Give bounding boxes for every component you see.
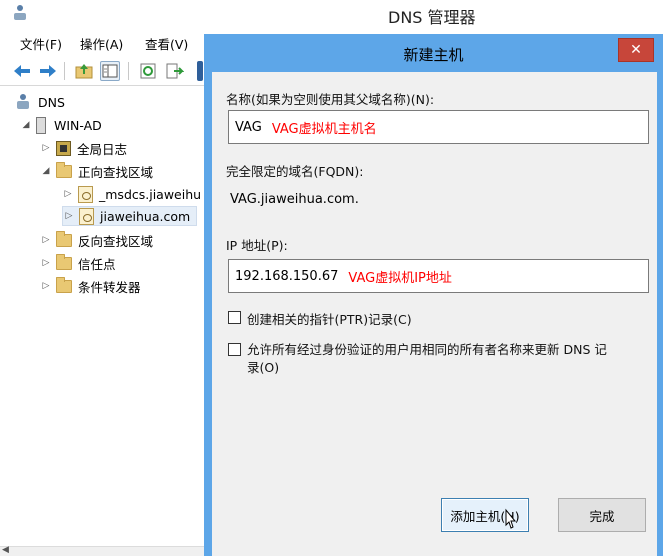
ptr-checkbox[interactable]: [228, 311, 241, 324]
allow-update-checkbox-row[interactable]: 允许所有经过身份验证的用户用相同的所有者名称来更新 DNS 记 录(O): [228, 341, 653, 377]
collapse-arrow-icon[interactable]: ◢: [40, 166, 52, 176]
name-input-value: VAG: [235, 119, 262, 135]
show-hide-tree-icon[interactable]: [100, 61, 120, 81]
tree-item-conditional-forwarders[interactable]: ▷ 条件转发器: [40, 276, 141, 296]
expand-arrow-icon[interactable]: ▷: [40, 143, 52, 153]
tree-item-forward-lookup-zones[interactable]: ◢ 正向查找区域: [40, 161, 153, 181]
ip-label: IP 地址(P):: [226, 238, 288, 253]
dialog-title-bar: 新建主机 ✕: [204, 34, 663, 72]
close-button[interactable]: ✕: [618, 38, 654, 62]
dialog-body: 名称(如果为空则使用其父域名称)(N): VAG VAG虚拟机主机名 完全限定的…: [212, 72, 657, 556]
expand-arrow-icon[interactable]: ▷: [62, 189, 74, 199]
tree-item-msdcs-zone[interactable]: ▷ _msdcs.jiaweihu: [62, 184, 201, 204]
toolbar-separator: [64, 62, 65, 80]
tree-item-label: 条件转发器: [78, 279, 141, 295]
folder-icon: [56, 230, 72, 247]
ptr-checkbox-row[interactable]: 创建相关的指针(PTR)记录(C): [228, 309, 412, 328]
allow-update-label-line2: 录(O): [247, 360, 280, 375]
zone-icon: [78, 185, 93, 203]
ip-address-input[interactable]: 192.168.150.67 VAG虚拟机IP地址: [228, 259, 649, 293]
tree-item-label: _msdcs.jiaweihu: [99, 186, 202, 202]
tree-item-label: 反向查找区域: [78, 233, 154, 249]
toolbar-separator: [128, 62, 129, 80]
tree-item-label: 正向查找区域: [78, 164, 154, 180]
ptr-checkbox-label: 创建相关的指针(PTR)记录(C): [247, 312, 412, 327]
tree-item-reverse-lookup-zones[interactable]: ▷ 反向查找区域: [40, 230, 153, 250]
tree-item-trust-points[interactable]: ▷ 信任点: [40, 253, 116, 273]
fqdn-field: VAG.jiaweihua.com.: [222, 182, 643, 216]
toolbar: [0, 56, 210, 86]
main-window-title: DNS 管理器: [388, 8, 476, 27]
main-title-bar: DNS 管理器: [0, 0, 663, 28]
refresh-icon[interactable]: [138, 61, 158, 81]
name-input[interactable]: VAG VAG虚拟机主机名: [228, 110, 649, 144]
new-host-dialog: 新建主机 ✕ 名称(如果为空则使用其父域名称)(N): VAG VAG虚拟机主机…: [204, 34, 663, 556]
expand-arrow-icon[interactable]: ▷: [40, 258, 52, 268]
fqdn-value: VAG.jiaweihua.com.: [230, 191, 359, 207]
tree-item-server[interactable]: ◢ WIN-AD: [20, 115, 102, 135]
ip-annotation: VAG虚拟机IP地址: [348, 270, 452, 286]
tree-item-label: 全局日志: [77, 141, 128, 157]
done-button[interactable]: 完成: [558, 498, 646, 532]
dns-manager-icon: [12, 4, 28, 22]
console-tree: DNS ◢ WIN-AD ▷ 全局日志 ◢ 正向查找区域 ▷ _msdcs.ji…: [0, 88, 205, 548]
expand-arrow-icon[interactable]: ▷: [40, 281, 52, 291]
expand-arrow-icon[interactable]: ▷: [63, 211, 75, 221]
toolbar-help-icon[interactable]: [197, 61, 203, 81]
ip-address-value: 192.168.150.67: [235, 268, 339, 284]
folder-icon: [56, 253, 72, 270]
tree-item-dns[interactable]: DNS: [16, 92, 65, 112]
back-arrow-icon[interactable]: [12, 61, 32, 81]
export-list-icon[interactable]: [164, 61, 185, 81]
allow-update-checkbox[interactable]: [228, 343, 241, 356]
zone-icon: [79, 207, 94, 225]
expand-arrow-icon[interactable]: ▷: [40, 235, 52, 245]
name-label: 名称(如果为空则使用其父域名称)(N):: [226, 92, 435, 107]
server-icon: [36, 116, 46, 134]
name-annotation: VAG虚拟机主机名: [271, 121, 377, 137]
scroll-left-arrow-icon[interactable]: ◀: [2, 545, 9, 555]
collapse-arrow-icon[interactable]: ◢: [20, 120, 32, 130]
folder-icon: [56, 161, 72, 178]
tree-item-label: 信任点: [78, 256, 116, 272]
event-log-icon: [56, 140, 71, 156]
tree-horizontal-scrollbar[interactable]: ◀: [0, 545, 205, 556]
tree-item-label: jiaweihua.com: [100, 208, 191, 224]
dns-icon: [16, 94, 30, 110]
dialog-title: 新建主机: [403, 46, 464, 64]
tree-item-jiaweihua-zone[interactable]: ▷ jiaweihua.com: [62, 206, 198, 226]
fqdn-label: 完全限定的域名(FQDN):: [226, 164, 364, 179]
up-folder-icon[interactable]: [74, 61, 94, 81]
menu-action[interactable]: 操作(A): [80, 34, 123, 53]
menu-view[interactable]: 查看(V): [145, 34, 188, 53]
allow-update-label-line1: 允许所有经过身份验证的用户用相同的所有者名称来更新 DNS 记: [247, 342, 607, 357]
menu-file[interactable]: 文件(F): [20, 34, 62, 53]
forward-arrow-icon[interactable]: [38, 61, 58, 81]
tree-item-label: WIN-AD: [54, 117, 102, 133]
tree-item-global-log[interactable]: ▷ 全局日志: [40, 138, 127, 158]
tree-item-label: DNS: [38, 94, 65, 110]
allow-update-label: 允许所有经过身份验证的用户用相同的所有者名称来更新 DNS 记 录(O): [247, 341, 607, 377]
folder-icon: [56, 276, 72, 293]
